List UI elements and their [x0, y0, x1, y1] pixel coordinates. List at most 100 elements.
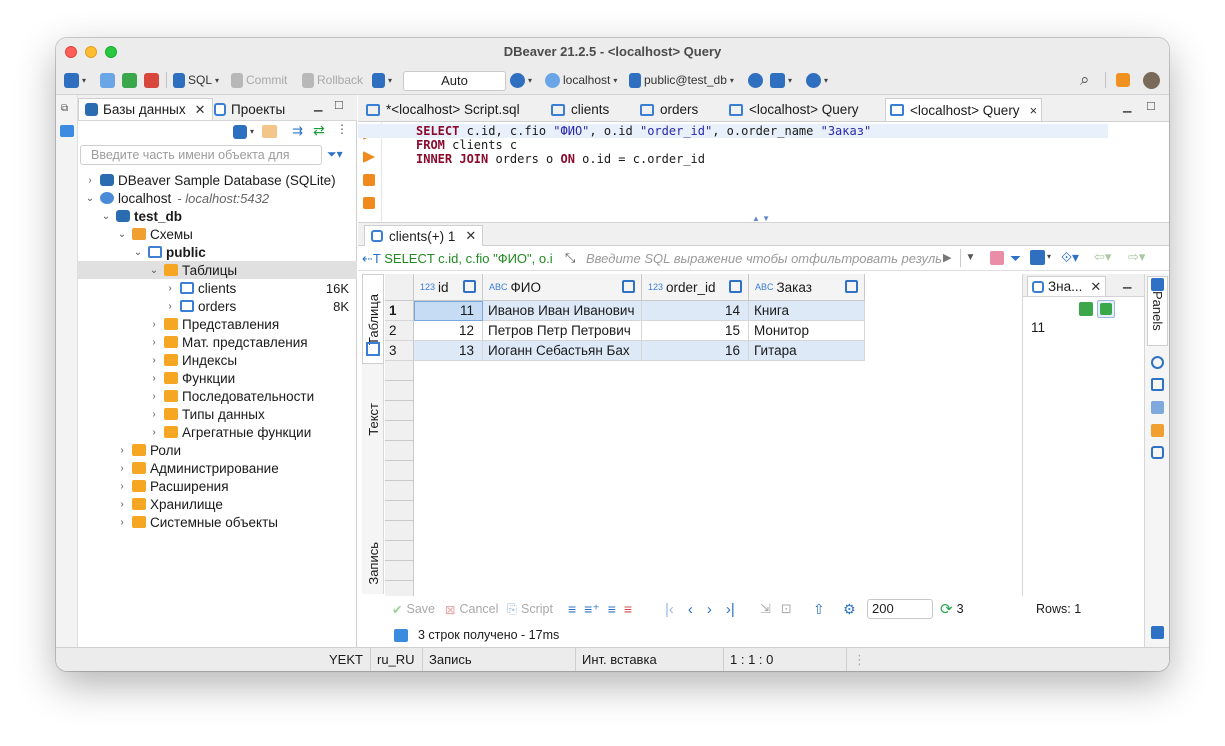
refresh-button[interactable]: ⟳ 3 [940, 600, 964, 618]
fetch-all-icon[interactable]: ⊡ [781, 601, 792, 617]
collapse-arrow-icon[interactable]: ⌄ [132, 247, 144, 258]
eraser-icon[interactable] [990, 251, 1004, 265]
tab-orders[interactable]: orders [636, 98, 702, 121]
new-connection-button[interactable]: ▾ [64, 69, 86, 91]
expand-arrow-icon[interactable]: › [148, 373, 160, 384]
cell-order[interactable]: Книга [749, 301, 865, 321]
perspective-button[interactable] [1116, 69, 1130, 91]
close-window-button[interactable] [65, 46, 77, 58]
close-tab-icon[interactable]: ✕ [1090, 279, 1101, 295]
tree-item-5[interactable]: ⌄ Таблицы [78, 261, 357, 279]
cell-order[interactable]: Гитара [749, 341, 865, 361]
grouping-icon[interactable] [1151, 401, 1164, 414]
navigator-filter-input[interactable]: Введите часть имени объекта для [80, 145, 322, 165]
fetch-size-input[interactable]: 200 [867, 599, 933, 619]
minimize-panel-icon[interactable]: ▁ [1123, 276, 1131, 289]
active-connection-select[interactable]: localhost ▾ [545, 69, 617, 91]
tree-item-2[interactable]: ⌄ test_db [78, 207, 357, 225]
erd-button[interactable]: ▾ [770, 69, 792, 91]
disconnect-button[interactable] [144, 69, 159, 91]
tree-item-7[interactable]: › orders 8K [78, 297, 357, 315]
cancel-button[interactable]: ⊠ Cancel [445, 600, 498, 618]
tree-item-0[interactable]: › DBeaver Sample Database (SQLite) [78, 171, 357, 189]
row-number[interactable]: 2 [385, 321, 414, 341]
tree-item-15[interactable]: › Роли [78, 441, 357, 459]
tree-item-6[interactable]: › clients 16K [78, 279, 357, 297]
execute-new-tab-icon[interactable] [363, 151, 375, 163]
global-search-button[interactable]: ⌕ [1080, 69, 1090, 91]
script-button[interactable]: ⎘ Script [507, 600, 553, 618]
maximize-view-icon[interactable]: ☐ [334, 99, 344, 112]
tab-results-clients[interactable]: clients(+) 1 ✕ [364, 225, 484, 246]
expand-arrow-icon[interactable]: › [148, 391, 160, 402]
new-connection-icon[interactable] [233, 125, 247, 139]
tree-item-1[interactable]: ⌄ localhost - localhost:5432 [78, 189, 357, 207]
expand-arrow-icon[interactable]: › [164, 301, 176, 312]
last-page-icon[interactable]: ›| [726, 601, 735, 618]
metadata-icon[interactable] [1151, 424, 1164, 437]
navigate-links-icon[interactable]: ⟐▾ [1061, 249, 1079, 266]
close-tab-icon[interactable]: ✕ [465, 228, 476, 244]
tree-item-3[interactable]: ⌄ Схемы [78, 225, 357, 243]
copy-row-icon[interactable]: ≡ [608, 601, 616, 617]
expand-arrow-icon[interactable]: › [148, 355, 160, 366]
link-editor-icon[interactable]: ⇄ [313, 122, 325, 139]
add-row-icon[interactable]: ≡⁺ [584, 601, 600, 618]
expand-arrow-icon[interactable]: › [148, 319, 160, 330]
column-header-order-id[interactable]: 123 order_id [642, 274, 749, 301]
tab-localhost-query-2[interactable]: <localhost> Query × [885, 98, 1043, 121]
cell-order[interactable]: Монитор [749, 321, 865, 341]
row-number[interactable]: 1 [385, 301, 414, 321]
collapse-arrow-icon[interactable]: ⌄ [116, 229, 128, 240]
commit-button[interactable]: Commit [231, 69, 287, 91]
expand-arrow-icon[interactable]: › [164, 283, 176, 294]
table-row[interactable]: 1 11 Иванов Иван Иванович 14 Книга [385, 301, 865, 321]
tab-script-sql[interactable]: *<localhost> Script.sql [362, 98, 524, 121]
expand-arrow-icon[interactable]: › [116, 445, 128, 456]
edit-cell-icon[interactable]: ≡ [568, 601, 576, 617]
filter-expression-input[interactable]: Введите SQL выражение чтобы отфильтроват… [586, 251, 942, 266]
tab-record-view[interactable]: Запись [362, 532, 384, 594]
table-row[interactable]: 3 13 Иоганн Себастьян Бах 16 Гитара [385, 341, 865, 361]
expand-arrow-icon[interactable]: › [148, 409, 160, 420]
view-menu-icon[interactable]: ⋮ [336, 122, 348, 136]
cell-fio[interactable]: Иоганн Себастьян Бах [483, 341, 642, 361]
cell-order-id[interactable]: 14 [642, 301, 749, 321]
filter-settings-icon[interactable] [1030, 250, 1045, 265]
tree-item-13[interactable]: › Типы данных [78, 405, 357, 423]
column-filter-icon[interactable] [729, 280, 742, 293]
minimize-view-icon[interactable]: ▁ [314, 99, 322, 112]
connect-button[interactable] [100, 69, 115, 91]
results-grid[interactable]: 123 id ABC ФИО 123 order_id ABC Заказ 1 11 И… [385, 274, 1021, 596]
save-value-icon[interactable] [1079, 302, 1093, 316]
save-button[interactable]: ✔ Save [392, 600, 435, 618]
expand-arrow-icon[interactable]: › [116, 481, 128, 492]
execute-script-icon[interactable] [363, 174, 375, 186]
tab-databases[interactable]: Базы данных ✕ [78, 98, 213, 120]
tree-item-8[interactable]: › Представления [78, 315, 357, 333]
tree-item-11[interactable]: › Функции [78, 369, 357, 387]
layout-icon[interactable] [1151, 446, 1164, 459]
row-number[interactable]: 3 [385, 341, 414, 361]
export-button[interactable]: ⇧ [813, 600, 825, 618]
close-tab-icon[interactable]: × [1030, 103, 1038, 118]
search-toolbar-button[interactable]: ▾ [806, 69, 828, 91]
tab-text-view[interactable]: Текст [362, 374, 384, 464]
cell-id[interactable]: 11 [414, 301, 483, 321]
tab-clients[interactable]: clients [547, 98, 613, 121]
tree-item-16[interactable]: › Администрирование [78, 459, 357, 477]
column-filter-icon[interactable] [845, 280, 858, 293]
cell-id[interactable]: 13 [414, 341, 483, 361]
invalidate-button[interactable] [122, 69, 137, 91]
minimize-editor-icon[interactable]: ▁ [1123, 100, 1131, 113]
filter-funnel-icon[interactable]: ⏷ [1010, 250, 1021, 267]
previous-page-icon[interactable]: ‹ [688, 601, 693, 618]
execute-script-new-tab-icon[interactable] [363, 197, 375, 209]
first-page-icon[interactable]: |‹ [665, 601, 674, 618]
cell-fio[interactable]: Петров Петр Петрович [483, 321, 642, 341]
collapse-arrow-icon[interactable]: ⌄ [84, 193, 96, 204]
tree-item-4[interactable]: ⌄ public [78, 243, 357, 261]
apply-filter-icon[interactable]: ▶ [943, 251, 951, 264]
next-page-icon[interactable]: › [707, 601, 712, 618]
toggle-panel-icon[interactable] [1151, 626, 1164, 639]
